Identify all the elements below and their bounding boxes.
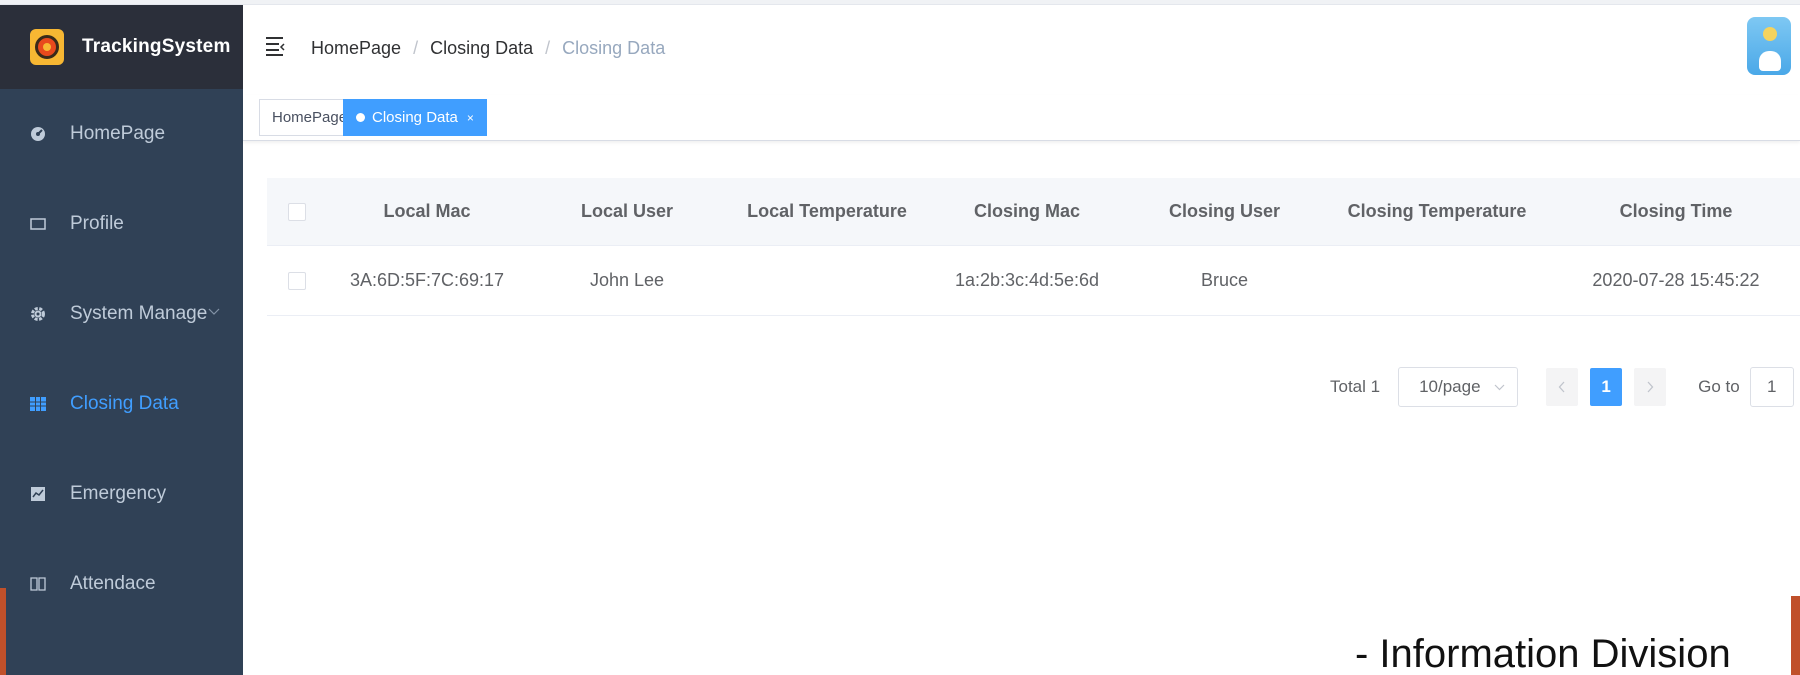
slide-accent-bar [0,588,6,675]
active-dot-icon [356,113,365,122]
table-header: Local Mac Local User Local Temperature C… [267,178,1800,246]
table-row[interactable]: 3A:6D:5F:7C:69:17 John Lee 1a:2b:3c:4d:5… [267,246,1800,316]
column-header: Closing Time [1619,201,1733,221]
sidebar-item-profile[interactable]: Profile [0,179,243,269]
footer-caption: - Information Division [1355,632,1731,675]
table-cell: 1a:2b:3c:4d:5e:6d [954,270,1100,290]
column-header: Closing Temperature [1347,201,1527,221]
page-number-button[interactable]: 1 [1590,368,1623,406]
sidebar-item-closing-data[interactable]: Closing Data [0,359,243,449]
chevron-down-icon [1494,380,1505,394]
goto-label: Go to [1698,377,1740,396]
dashboard-icon [30,126,46,142]
breadcrumb-separator: / [545,38,551,58]
table-cell: John Lee [589,270,665,290]
column-header: Local User [580,201,674,221]
prev-page-button[interactable] [1546,368,1579,406]
sidebar-item-label: Profile [70,213,124,234]
book-icon [30,576,46,592]
card-icon [30,216,46,232]
breadcrumb-separator: / [413,38,419,58]
logo-icon [30,29,64,65]
column-header: Local Mac [383,201,471,221]
sidebar-brand[interactable]: TrackingSystem [0,5,243,89]
avatar[interactable] [1747,17,1791,75]
sidebar-item-label: Attendace [70,573,156,594]
tags-view: HomePage Closing Data × [243,95,1800,141]
breadcrumb-item[interactable]: Closing Data [430,38,533,59]
close-icon[interactable]: × [467,111,474,125]
column-header: Closing User [1168,201,1281,221]
select-all-checkbox[interactable] [288,202,306,221]
sidebar-item-homepage[interactable]: HomePage [0,89,243,179]
breadcrumb-current: Closing Data [562,38,666,58]
slide-accent-bar [1791,596,1800,675]
column-header: Closing Mac [973,201,1080,221]
table-cell: 2020-07-28 15:45:22 [1592,270,1760,290]
row-checkbox[interactable] [288,271,306,290]
table-cell: Bruce [1200,270,1249,290]
sidebar-item-label: HomePage [70,123,166,144]
sidebar-item-label: Closing Data [70,393,179,414]
sidebar-item-label: Emergency [70,483,167,504]
sidebar: TrackingSystem HomePage Profile System M… [0,5,243,675]
page-size-value: 10/page [1419,377,1481,396]
tag-closing-data[interactable]: Closing Data × [343,99,487,136]
chevron-down-icon[interactable] [208,305,220,319]
tag-label: Closing Data [372,109,458,126]
breadcrumb-item[interactable]: HomePage [311,38,401,59]
navbar: HomePage / Closing Data / Closing Data [243,5,1800,95]
sidebar-item-label: System Manage [70,303,208,324]
chart-icon [30,486,46,502]
data-table: Local Mac Local User Local Temperature C… [267,178,1800,316]
column-header: Local Temperature [747,201,907,221]
table-cell: 3A:6D:5F:7C:69:17 [349,270,505,290]
page-size-select[interactable]: 10/page [1398,367,1519,407]
grid-icon [30,396,46,412]
tag-label: HomePage [272,109,348,126]
gear-icon [30,306,46,322]
hamburger-icon[interactable] [265,35,285,57]
sidebar-item-system-manage[interactable]: System Manage [0,269,243,359]
breadcrumb: HomePage / Closing Data / Closing Data [311,38,665,59]
pagination-total: Total 1 [1330,377,1381,396]
goto-page-input[interactable]: 1 [1749,367,1794,407]
sidebar-item-attendace[interactable]: Attendace [0,539,243,629]
pagination: Total 1 10/page 1 Go to 1 [1330,365,1794,409]
sidebar-menu: HomePage Profile System Manage Closing D… [0,89,243,629]
sidebar-item-emergency[interactable]: Emergency [0,449,243,539]
app-title: TrackingSystem [82,36,231,57]
next-page-button[interactable] [1634,368,1667,406]
